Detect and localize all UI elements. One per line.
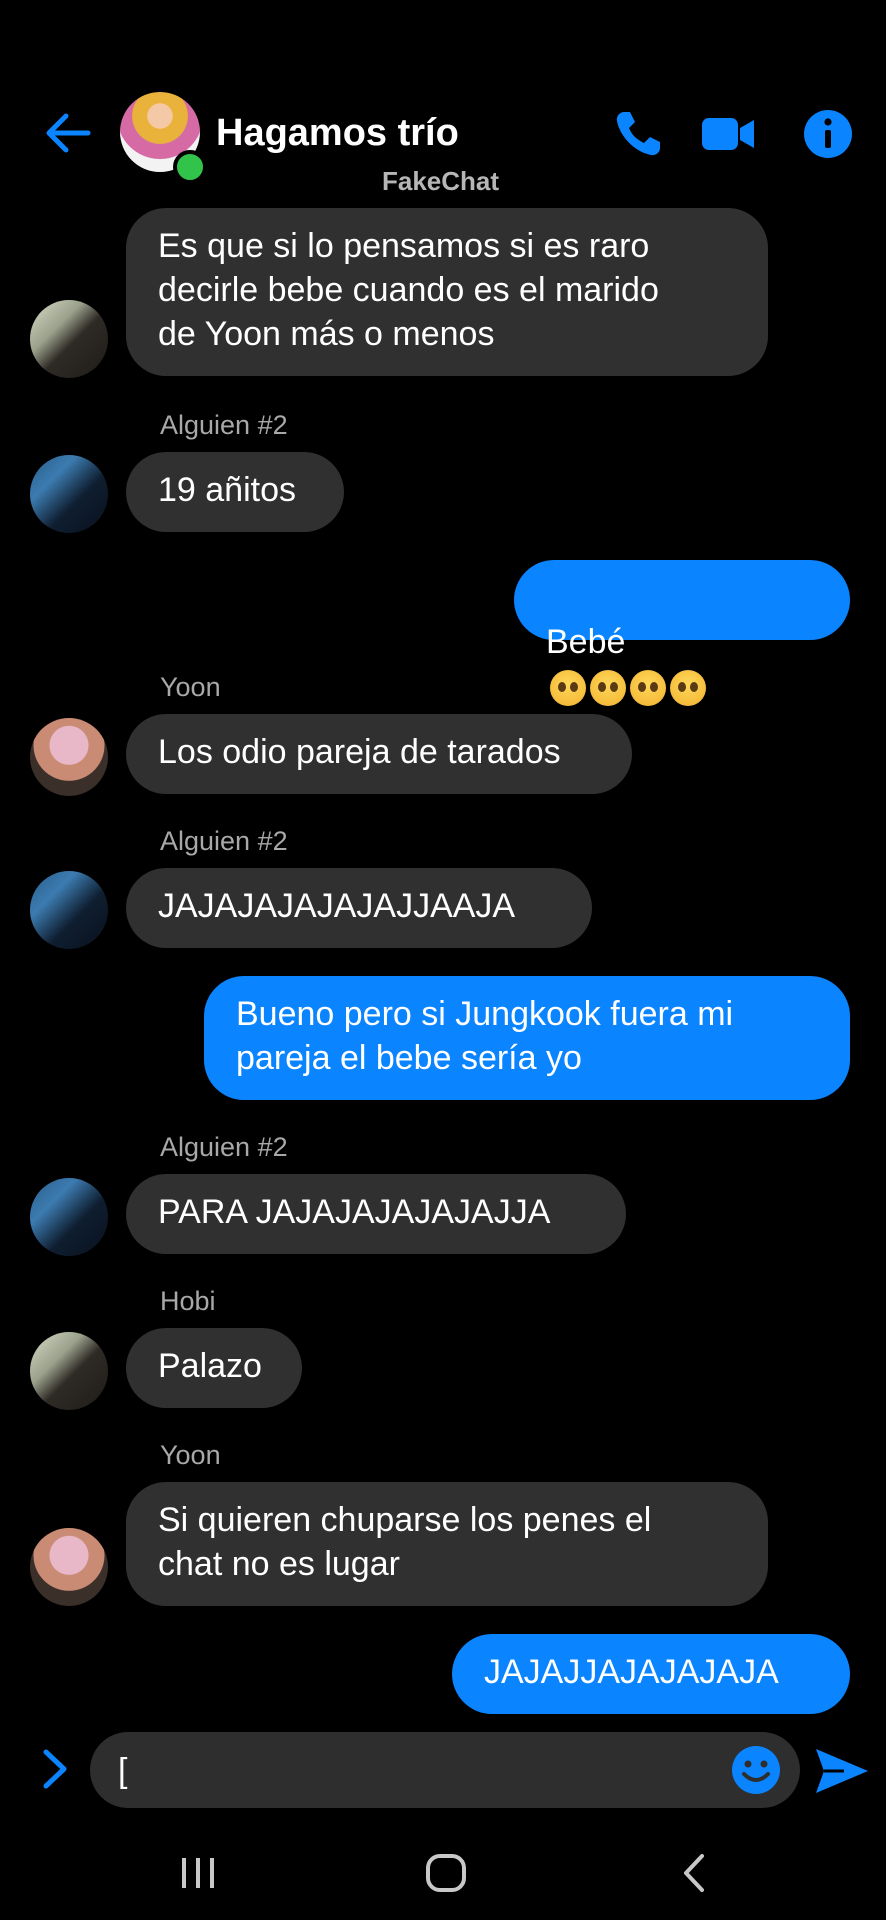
sender-name: Alguien #2 <box>160 1132 288 1162</box>
sender-avatar[interactable] <box>30 455 108 533</box>
message-text: Bebé <box>546 623 626 661</box>
chevron-right-icon[interactable] <box>36 1746 76 1792</box>
message-bubble-incoming[interactable]: Es que si lo pensamos si es raro decirle… <box>126 208 768 376</box>
sender-avatar[interactable] <box>30 871 108 949</box>
pleading-face-emoji-icon <box>670 670 706 707</box>
sender-name: Alguien #2 <box>160 826 288 856</box>
sender-avatar[interactable] <box>30 300 108 378</box>
sender-name: Yoon <box>160 1440 221 1470</box>
sender-avatar[interactable] <box>30 1332 108 1410</box>
pleading-face-emoji-icon <box>590 670 626 707</box>
message-bubble-incoming[interactable]: PARA JAJAJAJAJAJAJJA <box>126 1174 626 1254</box>
message-input-value[interactable]: [ <box>118 1752 127 1791</box>
back-arrow-icon[interactable] <box>40 106 94 160</box>
chat-subtitle: FakeChat <box>382 166 500 196</box>
sender-name: Yoon <box>160 672 221 702</box>
sender-avatar[interactable] <box>30 1178 108 1256</box>
chat-title[interactable]: Hagamos trío <box>216 112 459 155</box>
message-bubble-incoming[interactable]: Los odio pareja de tarados <box>126 714 632 794</box>
sender-name: Hobi <box>160 1286 216 1316</box>
sender-name: Alguien #2 <box>160 410 288 440</box>
phone-icon[interactable] <box>610 106 666 162</box>
emoji-icon[interactable] <box>730 1744 782 1796</box>
chat-header: Hagamos trío FakeChat <box>0 0 886 200</box>
info-icon[interactable] <box>800 106 856 162</box>
message-bubble-incoming[interactable]: 19 añitos <box>126 452 344 532</box>
message-bubble-outgoing[interactable]: Bebé <box>514 560 850 707</box>
message-bubble-outgoing[interactable]: JAJAJJAJAJAJAJA <box>452 1634 850 1714</box>
online-status-dot <box>173 150 207 184</box>
video-camera-icon[interactable] <box>700 106 756 162</box>
home-icon[interactable] <box>424 1848 468 1898</box>
message-bubble-incoming[interactable]: Si quieren chuparse los penes el chat no… <box>126 1482 768 1606</box>
recent-apps-icon[interactable] <box>178 1848 218 1898</box>
message-bubble-incoming[interactable]: JAJAJAJAJAJAJJAAJA <box>126 868 592 948</box>
send-icon[interactable] <box>814 1746 870 1796</box>
message-bubble-incoming[interactable]: Palazo <box>126 1328 302 1408</box>
pleading-face-emoji-icon <box>550 670 586 707</box>
sender-avatar[interactable] <box>30 1528 108 1606</box>
back-icon[interactable] <box>676 1848 712 1898</box>
message-bubble-outgoing[interactable]: Bueno pero si Jungkook fuera mi pareja e… <box>204 976 850 1100</box>
pleading-face-emoji-icon <box>630 670 666 707</box>
sender-avatar[interactable] <box>30 718 108 796</box>
message-input[interactable] <box>90 1732 800 1808</box>
